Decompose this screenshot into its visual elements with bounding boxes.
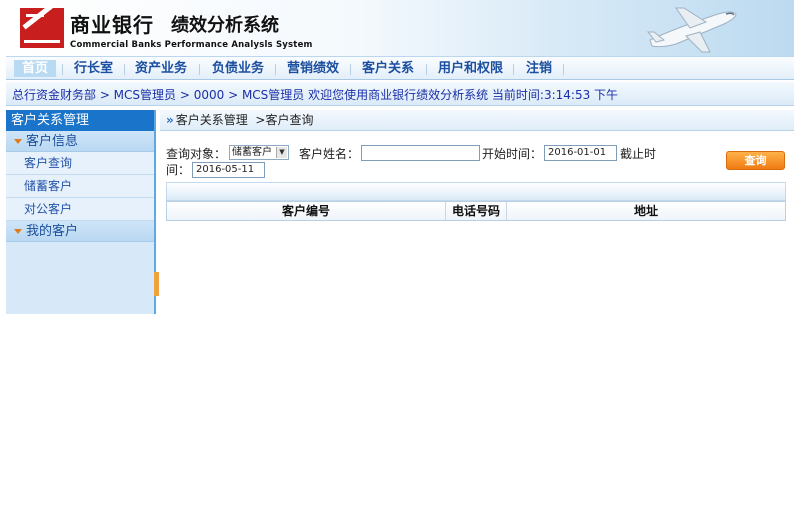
column-customer-id[interactable]: 客户编号 <box>167 202 446 220</box>
sidebar: 客户关系管理 客户信息 客户查询 储蓄客户 对公客户 我的客户 <box>6 110 156 314</box>
nav-divider <box>426 64 427 75</box>
column-phone[interactable]: 电话号码 <box>446 202 507 220</box>
sidebar-group-my-customers[interactable]: 我的客户 <box>6 221 154 242</box>
nav-divider <box>513 64 514 75</box>
nav-asset-business[interactable]: 资产业务 <box>135 60 187 77</box>
end-time-label-wrap: 间： <box>166 163 191 177</box>
customer-name-input[interactable] <box>361 145 480 161</box>
sidebar-group-customer-info[interactable]: 客户信息 <box>6 131 154 152</box>
nav-divider <box>275 64 276 75</box>
start-time-input[interactable]: 2016-01-01 <box>544 145 617 161</box>
nav-divider <box>199 64 200 75</box>
customer-name-label: 客户姓名： <box>299 147 360 161</box>
sidebar-group-label: 我的客户 <box>26 224 79 239</box>
end-time-label: 截止时 <box>620 147 657 161</box>
sidebar-item-savings-customers[interactable]: 储蓄客户 <box>6 175 154 198</box>
main-content: » 客户关系管理 >客户查询 查询对象： 储蓄客户 ▼ 客户姓名： 开始时间： 2… <box>160 110 794 221</box>
query-object-value: 储蓄客户 <box>232 147 272 158</box>
sidebar-item-corporate-customers[interactable]: 对公客户 <box>6 198 154 221</box>
logo-icon <box>20 0 64 48</box>
nav-marketing-performance[interactable]: 营销绩效 <box>287 60 339 77</box>
nav-users-permissions[interactable]: 用户和权限 <box>438 60 503 77</box>
breadcrumb-page: >客户查询 <box>255 113 314 127</box>
nav-divider <box>563 64 564 75</box>
nav-liability-business[interactable]: 负债业务 <box>212 60 264 77</box>
nav-divider <box>350 64 351 75</box>
sidebar-group-label: 客户信息 <box>26 134 79 149</box>
main-nav: 首页 行长室 资产业务 负债业务 营销绩效 客户关系 用户和权限 注销 <box>6 56 794 80</box>
status-breadcrumb-bar: 总行资金财务部 > MCS管理员 > 0000 > MCS管理员 欢迎您使用商业… <box>6 82 794 106</box>
sidebar-title: 客户关系管理 <box>6 110 154 131</box>
results-table-header: 客户编号 电话号码 地址 <box>166 201 786 221</box>
dropdown-caret-icon: ▼ <box>276 147 287 158</box>
query-object-select[interactable]: 储蓄客户 ▼ <box>229 145 289 160</box>
airplane-icon <box>646 7 737 53</box>
nav-logout[interactable]: 注销 <box>526 60 552 77</box>
nav-president-office[interactable]: 行长室 <box>74 60 113 77</box>
page-breadcrumb: » 客户关系管理 >客户查询 <box>160 110 794 131</box>
sidebar-item-customer-query[interactable]: 客户查询 <box>6 152 154 175</box>
nav-divider <box>124 64 125 75</box>
start-time-label: 开始时间： <box>482 147 543 161</box>
breadcrumb: 总行资金财务部 > MCS管理员 > 0000 > MCS管理员 欢迎您使用商业… <box>12 88 619 102</box>
app-header: 商业银行 绩效分析系统 Commercial Banks Performance… <box>6 0 794 56</box>
expand-arrow-icon <box>14 139 22 144</box>
brand-title: 商业银行 <box>70 13 154 37</box>
brand-subtitle: 绩效分析系统 <box>171 15 279 36</box>
query-button[interactable]: 查询 <box>726 151 785 170</box>
results-toolbar <box>166 182 786 201</box>
double-chevron-icon: » <box>166 113 174 127</box>
breadcrumb-module: 客户关系管理 <box>175 113 248 127</box>
nav-divider <box>62 64 63 75</box>
query-object-label: 查询对象： <box>166 147 227 161</box>
end-time-input[interactable]: 2016-05-11 <box>192 162 265 178</box>
expand-arrow-icon <box>14 229 22 234</box>
column-address[interactable]: 地址 <box>507 202 785 220</box>
sidebar-collapse-handle[interactable] <box>154 272 159 296</box>
nav-home[interactable]: 首页 <box>14 60 57 77</box>
nav-customer-relations[interactable]: 客户关系 <box>362 60 414 77</box>
brand-english-title: Commercial Banks Performance Analysls Sy… <box>70 40 313 50</box>
